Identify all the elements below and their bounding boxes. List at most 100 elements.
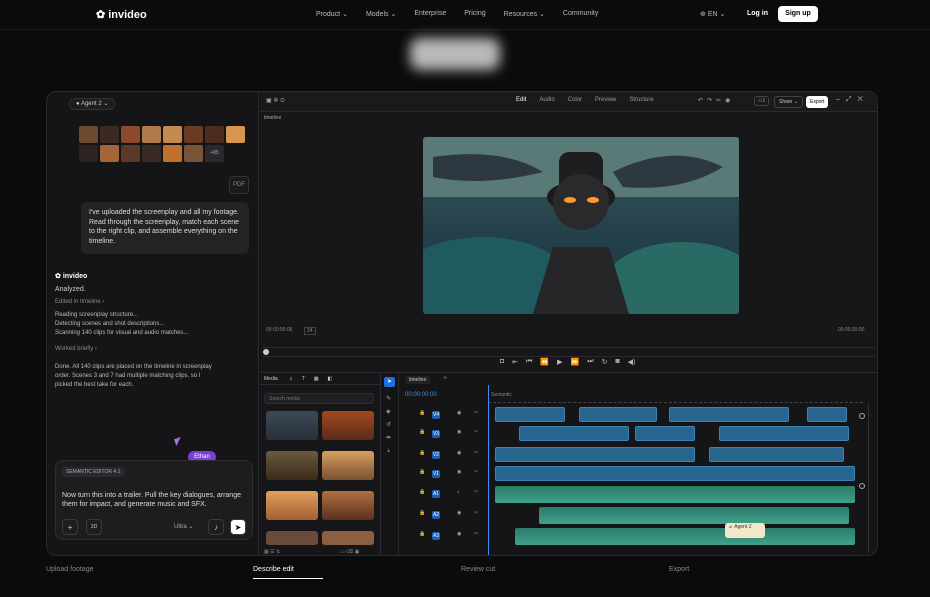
video-clip[interactable] (519, 426, 629, 441)
play-icon[interactable]: ▶ (557, 358, 562, 366)
video-clip[interactable] (669, 407, 789, 422)
video-clip[interactable] (495, 407, 565, 422)
loop-icon[interactable]: ↻ (602, 358, 608, 366)
video-preview[interactable] (423, 137, 739, 314)
eye-icon[interactable]: ◉ (457, 469, 461, 475)
worked-link[interactable]: Worked briefly › (55, 345, 97, 354)
forward-icon[interactable]: ⏭ (587, 358, 593, 366)
window-controls-icon[interactable]: –⤢✕ (836, 96, 869, 104)
media-thumb[interactable] (266, 531, 318, 545)
speaker-icon[interactable]: ♪ (457, 489, 460, 495)
prompt-box[interactable]: SEMANTIC EDITOR 4.1 Now turn this into a… (55, 460, 253, 540)
cut-icon[interactable]: ✂ (474, 469, 478, 475)
clip-thumb[interactable] (142, 145, 161, 162)
scrubber[interactable] (263, 347, 875, 357)
tab-preview[interactable]: Preview (595, 97, 616, 103)
marker-icon[interactable]: ◘ (500, 358, 504, 366)
edit-tools-icons[interactable]: ✎ ◈ ↺ ⇹ ⇣ (386, 393, 391, 458)
step-describe[interactable]: Describe edit (253, 566, 294, 573)
video-clip[interactable] (635, 426, 695, 441)
rewind-icon[interactable]: ⏮ (526, 358, 532, 366)
eye-icon[interactable]: ◉ (457, 510, 461, 516)
cut-icon[interactable]: ✂ (474, 531, 478, 537)
prompt-input[interactable]: Now turn this into a trailer. Pull the k… (62, 491, 250, 509)
clip-thumb[interactable] (121, 145, 140, 162)
scrubber-handle[interactable] (263, 349, 269, 355)
clip-thumb[interactable] (205, 126, 224, 143)
video-clip[interactable] (495, 447, 695, 462)
clip-thumb[interactable] (163, 145, 182, 162)
folder-icons[interactable]: ▭ ⌫ ▣ (340, 549, 359, 555)
zoom-handle[interactable] (859, 483, 865, 489)
mic-icon[interactable]: ♪ (208, 519, 224, 535)
tab-structure[interactable]: Structure (629, 97, 653, 103)
tab-media[interactable]: Media (264, 376, 278, 382)
prev-icon[interactable]: ⇤ (512, 358, 518, 366)
edited-link[interactable]: Edited in timeline › (55, 298, 104, 307)
audio-clip[interactable] (495, 486, 855, 503)
zoom-handle[interactable] (859, 413, 865, 419)
clip-thumb[interactable] (121, 126, 140, 143)
clip-thumb[interactable] (79, 126, 98, 143)
playhead[interactable] (488, 385, 489, 555)
step-review[interactable]: Review cut (461, 566, 495, 573)
media-thumb[interactable] (322, 491, 374, 520)
cut-icon[interactable]: ✂ (474, 450, 478, 456)
clip-thumb[interactable] (226, 126, 245, 143)
undo-redo-icons[interactable]: ↶↷✂◉ (698, 97, 734, 104)
users-icon[interactable]: ⚇1 (754, 96, 770, 106)
nav-community[interactable]: Community (563, 10, 598, 18)
time-ruler[interactable] (488, 399, 863, 403)
signup-button[interactable]: Sign up (778, 6, 818, 22)
audio-clip[interactable] (539, 507, 849, 524)
send-icon[interactable]: ➤ (230, 519, 246, 535)
share-button[interactable]: Share ⌄ (774, 96, 803, 108)
eye-icon[interactable]: ◉ (457, 531, 461, 537)
media-thumb[interactable] (266, 491, 318, 520)
pdf-attachment[interactable]: PDF (229, 176, 249, 194)
step-back-icon[interactable]: ⏪ (540, 358, 549, 366)
media-thumb[interactable] (322, 451, 374, 480)
video-clip[interactable] (709, 447, 844, 462)
nav-product[interactable]: Product ⌄ (316, 10, 348, 18)
clip-thumb[interactable] (100, 145, 119, 162)
video-clip[interactable] (807, 407, 847, 422)
step-upload[interactable]: Upload footage (46, 566, 93, 573)
invideo-logo[interactable]: ✿ invideo (96, 8, 147, 22)
nav-enterprise[interactable]: Enterprise (414, 10, 446, 18)
tab-edit[interactable]: Edit (516, 97, 526, 103)
video-clip[interactable] (719, 426, 849, 441)
quality-selector[interactable]: Ultra ⌄ (174, 523, 193, 530)
media-thumb[interactable] (322, 411, 374, 440)
step-forward-icon[interactable]: ⏩ (571, 358, 580, 366)
export-button[interactable]: Export (806, 96, 829, 108)
menu-icon[interactable]: ▣ ✲ ⊙ (266, 97, 285, 104)
video-clip[interactable] (495, 466, 855, 481)
clip-thumb[interactable] (79, 145, 98, 162)
clip-thumb[interactable] (163, 126, 182, 143)
step-export[interactable]: Export (669, 566, 689, 573)
cut-icon[interactable]: ✂ (474, 410, 478, 416)
tab-audio[interactable]: Audio (539, 97, 554, 103)
snapshot-icon[interactable]: ◙ (615, 358, 619, 366)
cut-icon[interactable]: ✂ (474, 510, 478, 516)
cut-icon[interactable]: ✂ (474, 489, 478, 495)
media-search-input[interactable]: Search media (264, 393, 374, 404)
fps-selector[interactable]: 24 (304, 327, 316, 335)
media-thumb[interactable] (266, 411, 318, 440)
clip-thumb[interactable] (142, 126, 161, 143)
login-link[interactable]: Log in (747, 10, 768, 17)
add-button[interactable]: + (62, 519, 78, 535)
select-tool-icon[interactable]: ➤ (384, 377, 395, 387)
nav-resources[interactable]: Resources ⌄ (504, 10, 545, 18)
clip-thumb[interactable] (184, 145, 203, 162)
eye-icon[interactable]: ◉ (457, 410, 461, 416)
language-selector[interactable]: ⊕ EN ⌄ (700, 10, 725, 18)
tab-color[interactable]: Color (568, 97, 582, 103)
nav-models[interactable]: Models ⌄ (366, 10, 396, 18)
video-clip[interactable] (579, 407, 657, 422)
nav-pricing[interactable]: Pricing (464, 10, 485, 18)
add-tab-icon[interactable]: + (443, 375, 447, 382)
media-tab-icons[interactable]: ♫T▦◧ (289, 376, 341, 382)
media-thumb[interactable] (322, 531, 374, 545)
